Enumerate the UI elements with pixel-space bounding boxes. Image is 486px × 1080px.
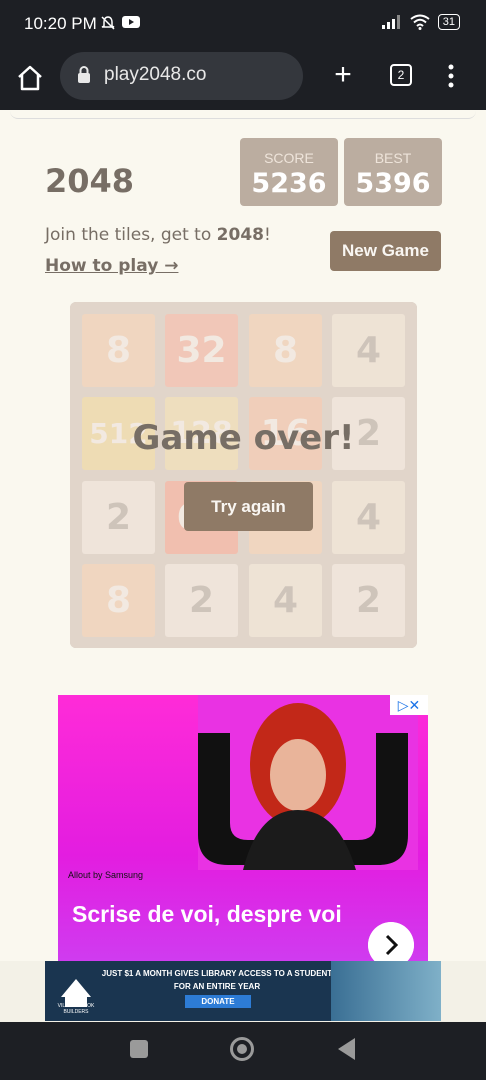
game-over-message: Game over! (132, 418, 355, 458)
best-label: BEST (374, 150, 412, 166)
donation-banner[interactable]: VILLAGE BOOK BUILDERS JUST $1 A MONTH GI… (45, 961, 441, 1021)
wifi-icon (410, 14, 430, 30)
address-bar[interactable]: play2048.co (60, 52, 303, 100)
score-value: 5236 (251, 168, 327, 199)
home-icon[interactable] (14, 62, 46, 94)
ad-headline: Scrise de voi, despre voi (72, 901, 342, 927)
status-bar: 10:20 PM 31 (0, 0, 486, 50)
bell-off-icon (101, 16, 115, 30)
more-menu-icon[interactable] (446, 64, 456, 88)
battery-indicator: 31 (437, 14, 460, 30)
new-tab-button[interactable]: + (330, 60, 356, 90)
score-box: SCORE 5236 (240, 138, 338, 206)
chevron-right-icon[interactable] (368, 922, 414, 963)
try-again-button[interactable]: Try again (184, 482, 313, 531)
browser-toolbar: play2048.co + 2 (0, 50, 486, 110)
new-game-button[interactable]: New Game (330, 231, 441, 271)
home-nav-button[interactable] (230, 1037, 254, 1061)
intro-goal: 2048 (216, 225, 264, 245)
how-to-play-link[interactable]: How to play → (45, 256, 178, 276)
score-label: SCORE (264, 150, 314, 166)
youtube-icon (122, 16, 140, 28)
ad-brand: Allout by Samsung (68, 870, 144, 880)
intro-text: Join the tiles, get to 2048! (45, 225, 271, 245)
banner-logo-text: VILLAGE BOOK BUILDERS (57, 1003, 95, 1015)
page-top-edge (0, 110, 486, 120)
status-time: 10:20 PM (24, 14, 97, 33)
game-title: 2048 (45, 162, 135, 200)
ad-choices-icon[interactable]: ▷✕ (390, 695, 428, 715)
lock-icon (78, 66, 90, 83)
banner-photo (331, 961, 441, 1021)
donate-button[interactable]: DONATE (185, 995, 251, 1008)
ad-banner[interactable]: ▷✕ Allout by Samsung Scrise de voi, desp… (58, 695, 428, 963)
ad-photo (198, 695, 418, 870)
recents-button[interactable] (130, 1040, 148, 1058)
best-box: BEST 5396 (344, 138, 442, 206)
back-button[interactable] (338, 1038, 355, 1060)
status-notification-icons (100, 15, 140, 31)
game-over-overlay (70, 302, 417, 648)
signal-icon (381, 15, 400, 29)
url-text: play2048.co (104, 64, 207, 85)
best-value: 5396 (355, 168, 431, 199)
banner-message: JUST $1 A MONTH GIVES LIBRARY ACCESS TO … (101, 969, 333, 991)
tab-switcher-button[interactable]: 2 (390, 64, 412, 86)
